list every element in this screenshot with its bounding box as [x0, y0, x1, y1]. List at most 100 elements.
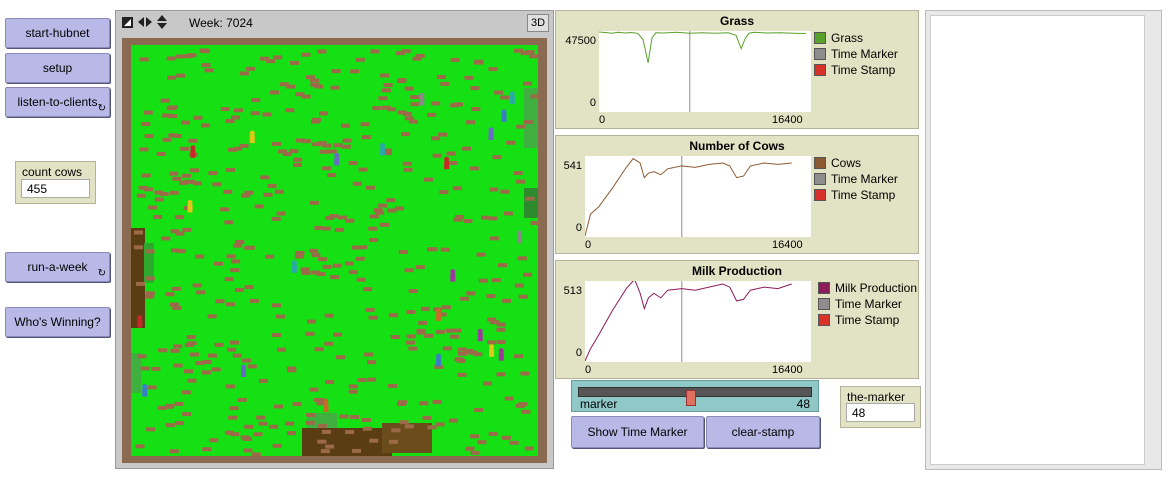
legend-entry: Time Stamp	[814, 62, 898, 78]
3d-button[interactable]: 3D	[527, 14, 549, 32]
cow	[231, 115, 240, 120]
view-control-icons[interactable]	[120, 11, 180, 35]
cow	[498, 263, 507, 268]
cow	[276, 347, 286, 352]
cow	[513, 171, 523, 175]
clear-stamp-button[interactable]: clear-stamp	[706, 416, 820, 448]
cow	[450, 334, 460, 339]
legend-label: Cows	[831, 156, 862, 170]
cow	[494, 90, 504, 95]
series-line	[598, 31, 806, 63]
cow	[487, 340, 496, 345]
farmer	[323, 399, 329, 413]
plot-legend: Cows Time Marker Time Stamp	[814, 155, 898, 203]
y-min-label: 0	[575, 347, 582, 359]
farmer	[190, 145, 196, 158]
cow	[215, 299, 225, 304]
plot-title: Number of Cows	[689, 139, 785, 153]
cow	[397, 78, 407, 83]
cow	[365, 307, 375, 312]
cow	[229, 406, 239, 411]
whos-winning-button[interactable]: Who's Winning?	[5, 307, 110, 337]
cow	[432, 153, 442, 158]
cow	[245, 66, 255, 71]
cow	[424, 333, 434, 338]
cow	[380, 73, 390, 78]
slider-track[interactable]	[578, 387, 812, 406]
slider-value: 48	[796, 397, 810, 411]
cow	[231, 259, 241, 264]
forever-icon: ↻	[97, 268, 106, 279]
cow	[340, 123, 350, 128]
legend-swatch	[818, 298, 830, 310]
cow	[174, 215, 184, 220]
cow	[162, 113, 172, 118]
cow	[470, 450, 480, 455]
legend-label: Time Stamp	[831, 63, 896, 77]
cow	[227, 347, 237, 352]
cow	[463, 219, 473, 223]
cow	[305, 420, 315, 425]
listen-to-clients-button[interactable]: listen-to-clients ↻	[5, 87, 110, 117]
cows-chart	[584, 156, 792, 237]
cow	[355, 57, 365, 62]
cow	[352, 181, 362, 186]
cow	[496, 372, 506, 377]
cow	[350, 415, 359, 419]
farmer	[291, 260, 297, 273]
cow	[459, 296, 469, 301]
output-area[interactable]	[925, 10, 1162, 470]
legend-label: Grass	[831, 31, 864, 45]
cow	[147, 385, 157, 390]
cow	[267, 183, 277, 188]
cow	[170, 348, 180, 353]
output-text[interactable]	[930, 15, 1145, 465]
show-time-marker-button[interactable]: Show Time Marker	[571, 416, 704, 448]
patch	[131, 228, 145, 328]
cow	[225, 119, 235, 123]
series-line	[584, 278, 792, 362]
cow	[415, 265, 425, 270]
cow	[254, 204, 264, 209]
cow	[230, 268, 240, 273]
cow	[224, 220, 234, 225]
listen-to-clients-label: listen-to-clients	[17, 95, 98, 109]
cow	[202, 370, 211, 375]
cow	[373, 208, 383, 213]
run-a-week-button[interactable]: run-a-week ↻	[5, 252, 110, 282]
cow	[502, 298, 512, 303]
cow	[401, 49, 411, 54]
cow	[169, 302, 179, 307]
cow	[339, 414, 349, 419]
cow	[530, 94, 540, 99]
cow	[403, 167, 413, 172]
cow	[446, 151, 456, 156]
cow	[263, 192, 273, 197]
cow	[145, 276, 155, 281]
cow	[202, 447, 212, 452]
slider-label: marker	[580, 397, 618, 411]
setup-button[interactable]: setup	[5, 53, 110, 83]
cow	[473, 60, 483, 65]
start-hubnet-button[interactable]: start-hubnet	[5, 18, 110, 48]
cow	[471, 107, 481, 111]
farmer	[450, 269, 456, 282]
cow	[387, 208, 397, 213]
plot-area	[598, 31, 811, 112]
marker-slider[interactable]: marker 48	[571, 380, 819, 412]
cow	[174, 421, 184, 426]
cow	[311, 253, 321, 258]
cow	[422, 415, 432, 420]
cow	[192, 283, 202, 288]
cow	[470, 434, 480, 439]
farmer	[444, 156, 450, 170]
cow	[309, 248, 319, 253]
cow	[140, 366, 150, 371]
farmer	[249, 130, 255, 144]
cow	[488, 431, 498, 436]
legend-label: Time Stamp	[831, 188, 896, 202]
x-max-label: 16400	[772, 114, 803, 126]
slider-handle[interactable]	[686, 390, 697, 406]
cow	[391, 428, 401, 433]
cow	[275, 314, 285, 319]
